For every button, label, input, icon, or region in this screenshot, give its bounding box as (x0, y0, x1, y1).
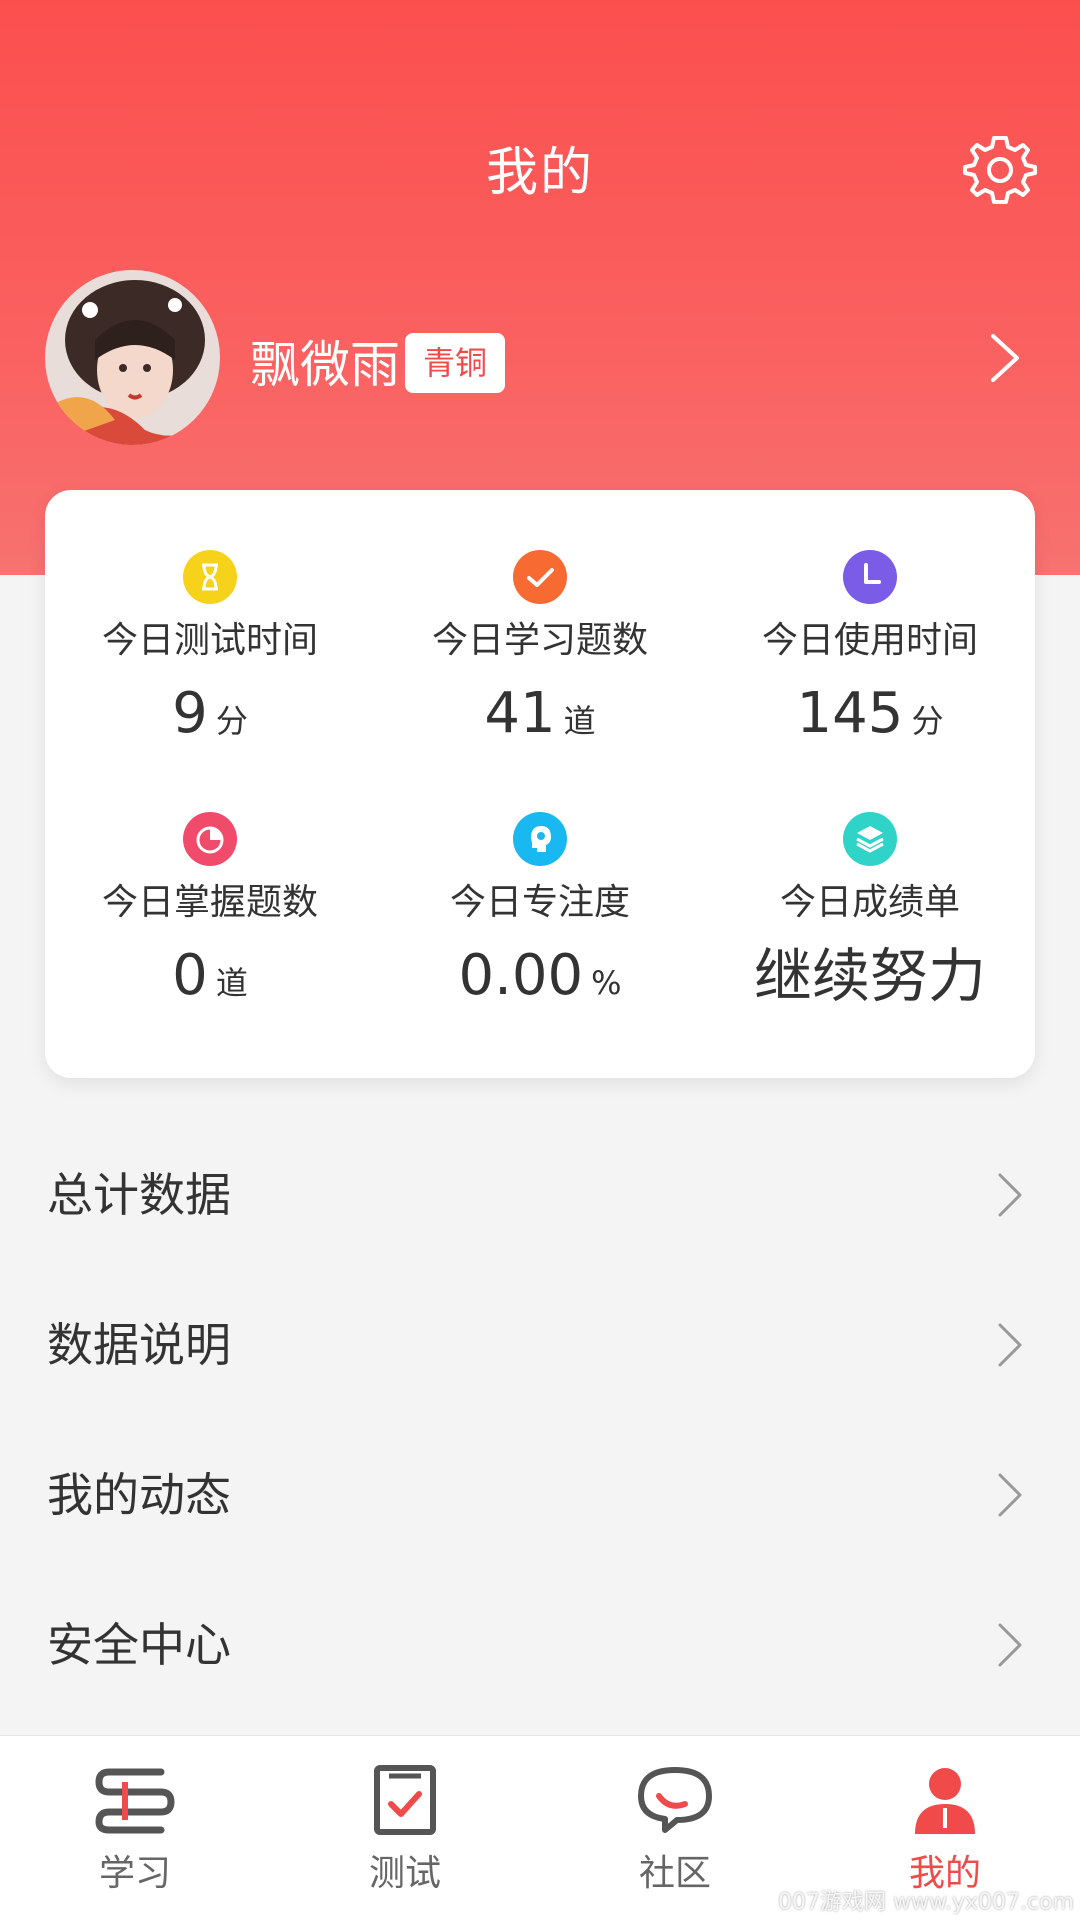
menu-item-label: 数据说明 (47, 1318, 231, 1372)
menu-item-data-explanation[interactable]: 数据说明 (0, 1270, 1080, 1420)
nav-tab-community[interactable]: 社区 (540, 1736, 810, 1920)
avatar[interactable] (45, 270, 220, 445)
stat-label: 今日学习题数 (431, 620, 648, 661)
chevron-right-icon (998, 1323, 1022, 1367)
menu-list: 总计数据 数据说明 我的动态 安全中心 (0, 1120, 1080, 1720)
stat-mastered-count[interactable]: 今日掌握题数 0道 (45, 812, 375, 1029)
gear-icon (963, 136, 1037, 204)
stat-value: 0 (172, 943, 208, 1008)
nav-tab-study[interactable]: 学习 (0, 1736, 270, 1920)
level-badge: 青铜 (405, 333, 506, 393)
stat-value-row: 继续努力 (705, 936, 1035, 1031)
layers-icon (843, 812, 897, 866)
stat-value: 41 (484, 681, 556, 746)
page-title: 我的 (485, 143, 594, 203)
nav-label: 学习 (98, 1853, 171, 1894)
stat-usage-time[interactable]: 今日使用时间 145 分 (705, 550, 1035, 767)
stat-test-time[interactable]: 今日测试时间 9分 (45, 550, 375, 767)
stat-unit: % (591, 964, 622, 1002)
stat-study-count[interactable]: 今日学习题数 41 道 (375, 550, 705, 767)
stats-card: 今日测试时间 9分 今日学习题数 41 道 今日使用时间 145 分 今日掌握题… (45, 490, 1035, 1078)
stat-unit: 分 (911, 702, 944, 740)
stat-unit: 道 (563, 702, 596, 740)
user-name[interactable]: 飘微雨 (250, 325, 400, 397)
menu-item-security-center[interactable]: 安全中心 (0, 1570, 1080, 1720)
stat-value: 0.00 (458, 943, 584, 1008)
menu-item-label: 总计数据 (47, 1168, 231, 1222)
page: 我的 飘微雨 青铜 今日测试时间 9 分 今日学习题数 41 道 今日使用时间 … (0, 0, 1080, 1920)
stat-label: 今日成绩单 (779, 882, 960, 923)
nav-label: 测试 (368, 1853, 441, 1894)
stat-value-row: 41 道 (375, 674, 705, 767)
stat-label: 今日使用时间 (761, 620, 978, 661)
pie-icon (183, 812, 237, 866)
stat-focus[interactable]: 今日专注度 0.00% (375, 812, 705, 1029)
header: 我的 飘微雨 青铜 (0, 0, 1080, 575)
chat-icon (638, 1767, 712, 1833)
chevron-right-icon (998, 1173, 1022, 1217)
chevron-right-icon (991, 334, 1019, 382)
study-icon (95, 1768, 175, 1834)
stat-value-row: 0道 (45, 936, 375, 1029)
watermark: 007游戏网 www.yx007.com (778, 1890, 1074, 1915)
menu-item-total-data[interactable]: 总计数据 (0, 1120, 1080, 1270)
stat-unit: 分 (215, 702, 248, 740)
stat-label: 今日测试时间 (101, 620, 318, 661)
focus-icon (513, 812, 567, 866)
clock-icon (843, 550, 897, 604)
nav-label: 社区 (638, 1853, 711, 1894)
stat-value: 145 (796, 681, 904, 746)
stat-value: 继续努力 (753, 942, 986, 1010)
stat-value-row: 0.00% (375, 936, 705, 1029)
hourglass-icon (183, 550, 237, 604)
menu-item-label: 我的动态 (47, 1468, 231, 1522)
stat-report[interactable]: 今日成绩单 继续努力 (705, 812, 1035, 1031)
chevron-right-icon (998, 1623, 1022, 1667)
chevron-right-icon (998, 1473, 1022, 1517)
stat-value-row: 9分 (45, 674, 375, 767)
menu-item-label: 安全中心 (47, 1618, 231, 1672)
stat-label: 今日专注度 (449, 882, 630, 923)
check-icon (513, 550, 567, 604)
user-icon (915, 1768, 975, 1834)
nav-tab-test[interactable]: 测试 (270, 1736, 540, 1920)
settings-button[interactable] (960, 130, 1040, 210)
test-icon (374, 1765, 436, 1835)
stat-unit: 道 (215, 964, 248, 1002)
stat-value: 9 (172, 681, 208, 746)
stat-label: 今日掌握题数 (101, 882, 318, 923)
avatar-image (45, 270, 220, 445)
menu-item-my-activity[interactable]: 我的动态 (0, 1420, 1080, 1570)
profile-chevron-button[interactable] (985, 328, 1025, 388)
stat-value-row: 145 分 (705, 674, 1035, 767)
